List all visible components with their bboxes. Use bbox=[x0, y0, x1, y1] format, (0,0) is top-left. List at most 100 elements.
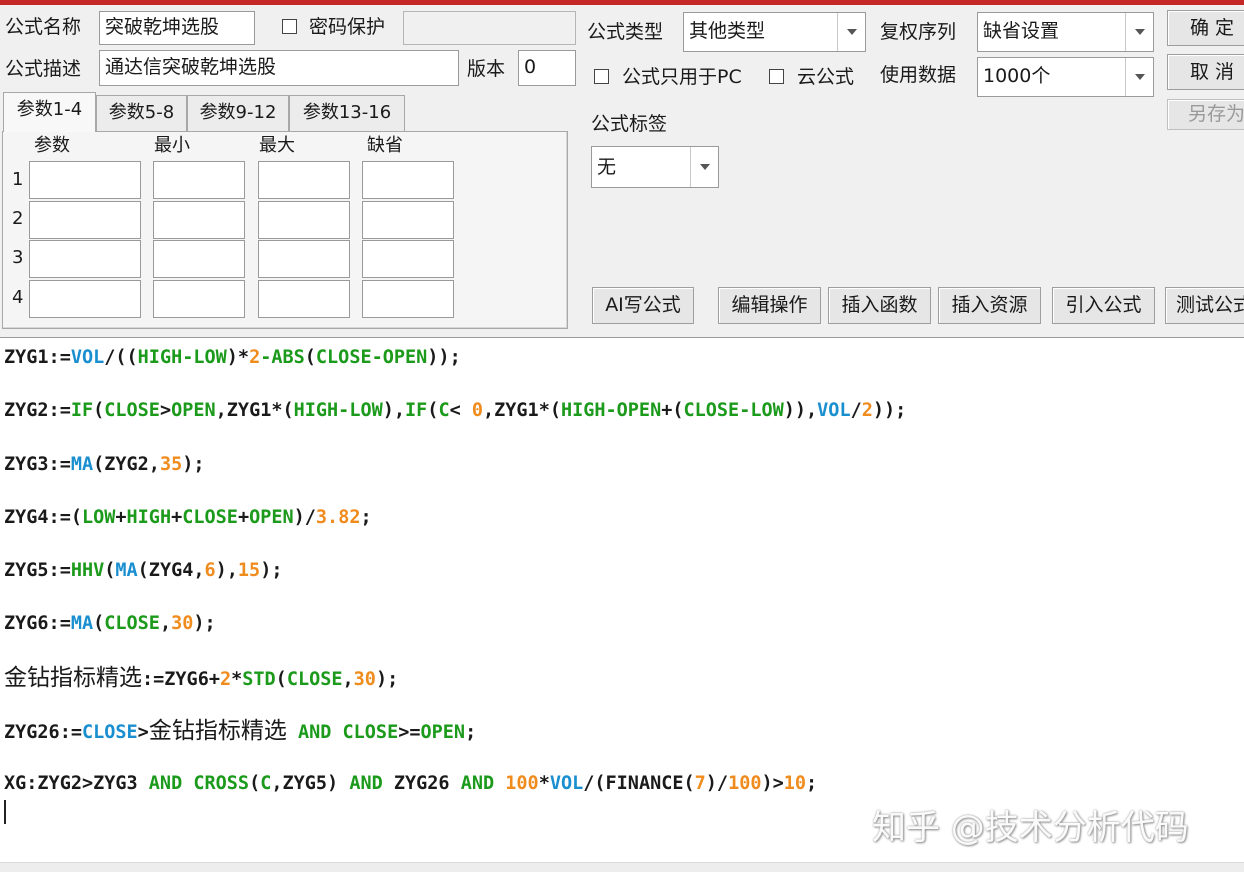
code-token: LOW bbox=[81, 507, 116, 528]
ok-button[interactable]: 确 定 bbox=[1167, 10, 1244, 46]
cloud-formula-label: 云公式 bbox=[797, 66, 855, 88]
code-token: C bbox=[438, 400, 450, 421]
param-row-number: 3 bbox=[12, 247, 24, 268]
code-token: AND bbox=[297, 722, 332, 743]
cloud-formula-checkbox[interactable] bbox=[769, 69, 784, 84]
edit-operations-button[interactable]: 编辑操作 bbox=[718, 287, 821, 324]
test-formula-button[interactable]: 测试公式 bbox=[1165, 287, 1244, 324]
param-3-name-input[interactable] bbox=[29, 240, 141, 278]
code-token: 6 bbox=[204, 560, 216, 581]
code-token: )), bbox=[783, 400, 818, 421]
code-token: ); bbox=[260, 560, 283, 581]
formula-desc-input[interactable]: 通达信突破乾坤选股 bbox=[99, 50, 459, 86]
formula-tag-value: 无 bbox=[597, 156, 617, 178]
horizontal-scrollbar[interactable] bbox=[0, 862, 1244, 872]
tab-params-13-16[interactable]: 参数13-16 bbox=[289, 95, 405, 131]
param-2-default-input[interactable] bbox=[362, 201, 454, 239]
data-count-dropdown-button[interactable] bbox=[1125, 58, 1153, 96]
code-token: )> bbox=[761, 773, 784, 794]
code-token: ZYG26:= bbox=[4, 722, 82, 743]
code-token: CLOSE bbox=[342, 722, 399, 743]
param-3-default-input[interactable] bbox=[362, 240, 454, 278]
code-token: -ABS bbox=[260, 347, 305, 368]
fuquan-label: 复权序列 bbox=[880, 21, 957, 43]
formula-tag-label: 公式标签 bbox=[591, 113, 668, 135]
param-4-max-input[interactable] bbox=[258, 280, 350, 318]
formula-type-label: 公式类型 bbox=[587, 21, 664, 43]
code-token: / bbox=[850, 400, 862, 421]
code-token: )/ bbox=[293, 507, 316, 528]
code-token: CROSS bbox=[193, 773, 250, 794]
code-token: 金钻指标精选 bbox=[4, 665, 142, 691]
fuquan-select[interactable]: 缺省设置 bbox=[977, 12, 1154, 52]
data-count-value: 1000个 bbox=[983, 65, 1051, 87]
code-token: 金钻指标精选 bbox=[148, 718, 287, 744]
tab-params-5-8[interactable]: 参数5-8 bbox=[96, 95, 187, 131]
insert-function-button[interactable]: 插入函数 bbox=[828, 287, 931, 324]
param-3-min-input[interactable] bbox=[153, 240, 245, 278]
code-token: )); bbox=[872, 400, 907, 421]
version-input[interactable]: 0 bbox=[518, 50, 576, 86]
pc-only-checkbox[interactable] bbox=[594, 69, 609, 84]
fuquan-dropdown-button[interactable] bbox=[1125, 13, 1153, 51]
code-token: ; bbox=[360, 507, 372, 528]
chevron-down-icon bbox=[847, 29, 857, 35]
code-token: 2 bbox=[861, 400, 873, 421]
code-token: AND bbox=[460, 773, 495, 794]
code-token: OPEN bbox=[171, 400, 216, 421]
code-token: HIGH-OPEN bbox=[560, 400, 662, 421]
password-input[interactable] bbox=[403, 11, 576, 45]
code-token: ,ZYG1*( bbox=[483, 400, 561, 421]
code-token: STD bbox=[242, 669, 276, 690]
data-count-select[interactable]: 1000个 bbox=[977, 57, 1154, 97]
param-header-min: 最小 bbox=[154, 135, 190, 156]
code-token: /(( bbox=[104, 347, 138, 368]
param-1-max-input[interactable] bbox=[258, 161, 350, 199]
code-line: ZYG6:=MA(CLOSE,30); bbox=[4, 611, 216, 637]
code-token: ( bbox=[304, 347, 316, 368]
code-token: * bbox=[231, 669, 243, 690]
password-checkbox[interactable] bbox=[282, 19, 297, 34]
code-token: (ZYG2, bbox=[93, 454, 160, 475]
code-token: , bbox=[159, 613, 172, 634]
formula-tag-dropdown-button[interactable] bbox=[690, 147, 718, 187]
code-token: ZYG2:= bbox=[4, 400, 71, 421]
formula-name-input[interactable]: 突破乾坤选股 bbox=[99, 11, 255, 45]
formula-type-select[interactable]: 其他类型 bbox=[683, 12, 866, 52]
param-2-max-input[interactable] bbox=[258, 201, 350, 239]
param-1-min-input[interactable] bbox=[153, 161, 245, 199]
save-as-button[interactable]: 另存为 bbox=[1167, 99, 1244, 130]
formula-tag-select[interactable]: 无 bbox=[591, 146, 719, 188]
code-line: ZYG26:=CLOSE>金钻指标精选 AND CLOSE>=OPEN; bbox=[4, 718, 476, 746]
param-3-max-input[interactable] bbox=[258, 240, 350, 278]
formula-type-dropdown-button[interactable] bbox=[837, 13, 865, 51]
code-token: CLOSE-OPEN bbox=[315, 347, 428, 368]
code-token: >= bbox=[398, 722, 421, 743]
code-token: CLOSE bbox=[81, 722, 138, 743]
code-token: 30 bbox=[353, 669, 376, 690]
param-4-default-input[interactable] bbox=[362, 280, 454, 318]
insert-resource-button[interactable]: 插入资源 bbox=[938, 287, 1041, 324]
param-1-default-input[interactable] bbox=[362, 161, 454, 199]
code-token: * bbox=[538, 773, 550, 794]
code-token: ), bbox=[215, 560, 238, 581]
code-token: ( bbox=[93, 613, 105, 634]
tab-params-1-4[interactable]: 参数1-4 bbox=[3, 92, 96, 132]
import-formula-button[interactable]: 引入公式 bbox=[1052, 287, 1155, 324]
code-token: 30 bbox=[171, 613, 194, 634]
param-4-min-input[interactable] bbox=[153, 280, 245, 318]
ai-write-formula-button[interactable]: AI写公式 bbox=[592, 287, 694, 324]
tab-params-9-12[interactable]: 参数9-12 bbox=[187, 95, 289, 131]
cancel-button[interactable]: 取 消 bbox=[1167, 54, 1244, 90]
param-2-name-input[interactable] bbox=[29, 201, 141, 239]
param-4-name-input[interactable] bbox=[29, 280, 141, 318]
code-token: ), bbox=[382, 400, 406, 421]
code-token: OPEN bbox=[249, 507, 294, 528]
param-1-name-input[interactable] bbox=[29, 161, 141, 199]
zhihu-watermark: 知乎 @技术分析代码 bbox=[872, 808, 1189, 848]
code-token: 7 bbox=[694, 773, 706, 794]
param-2-min-input[interactable] bbox=[153, 201, 245, 239]
